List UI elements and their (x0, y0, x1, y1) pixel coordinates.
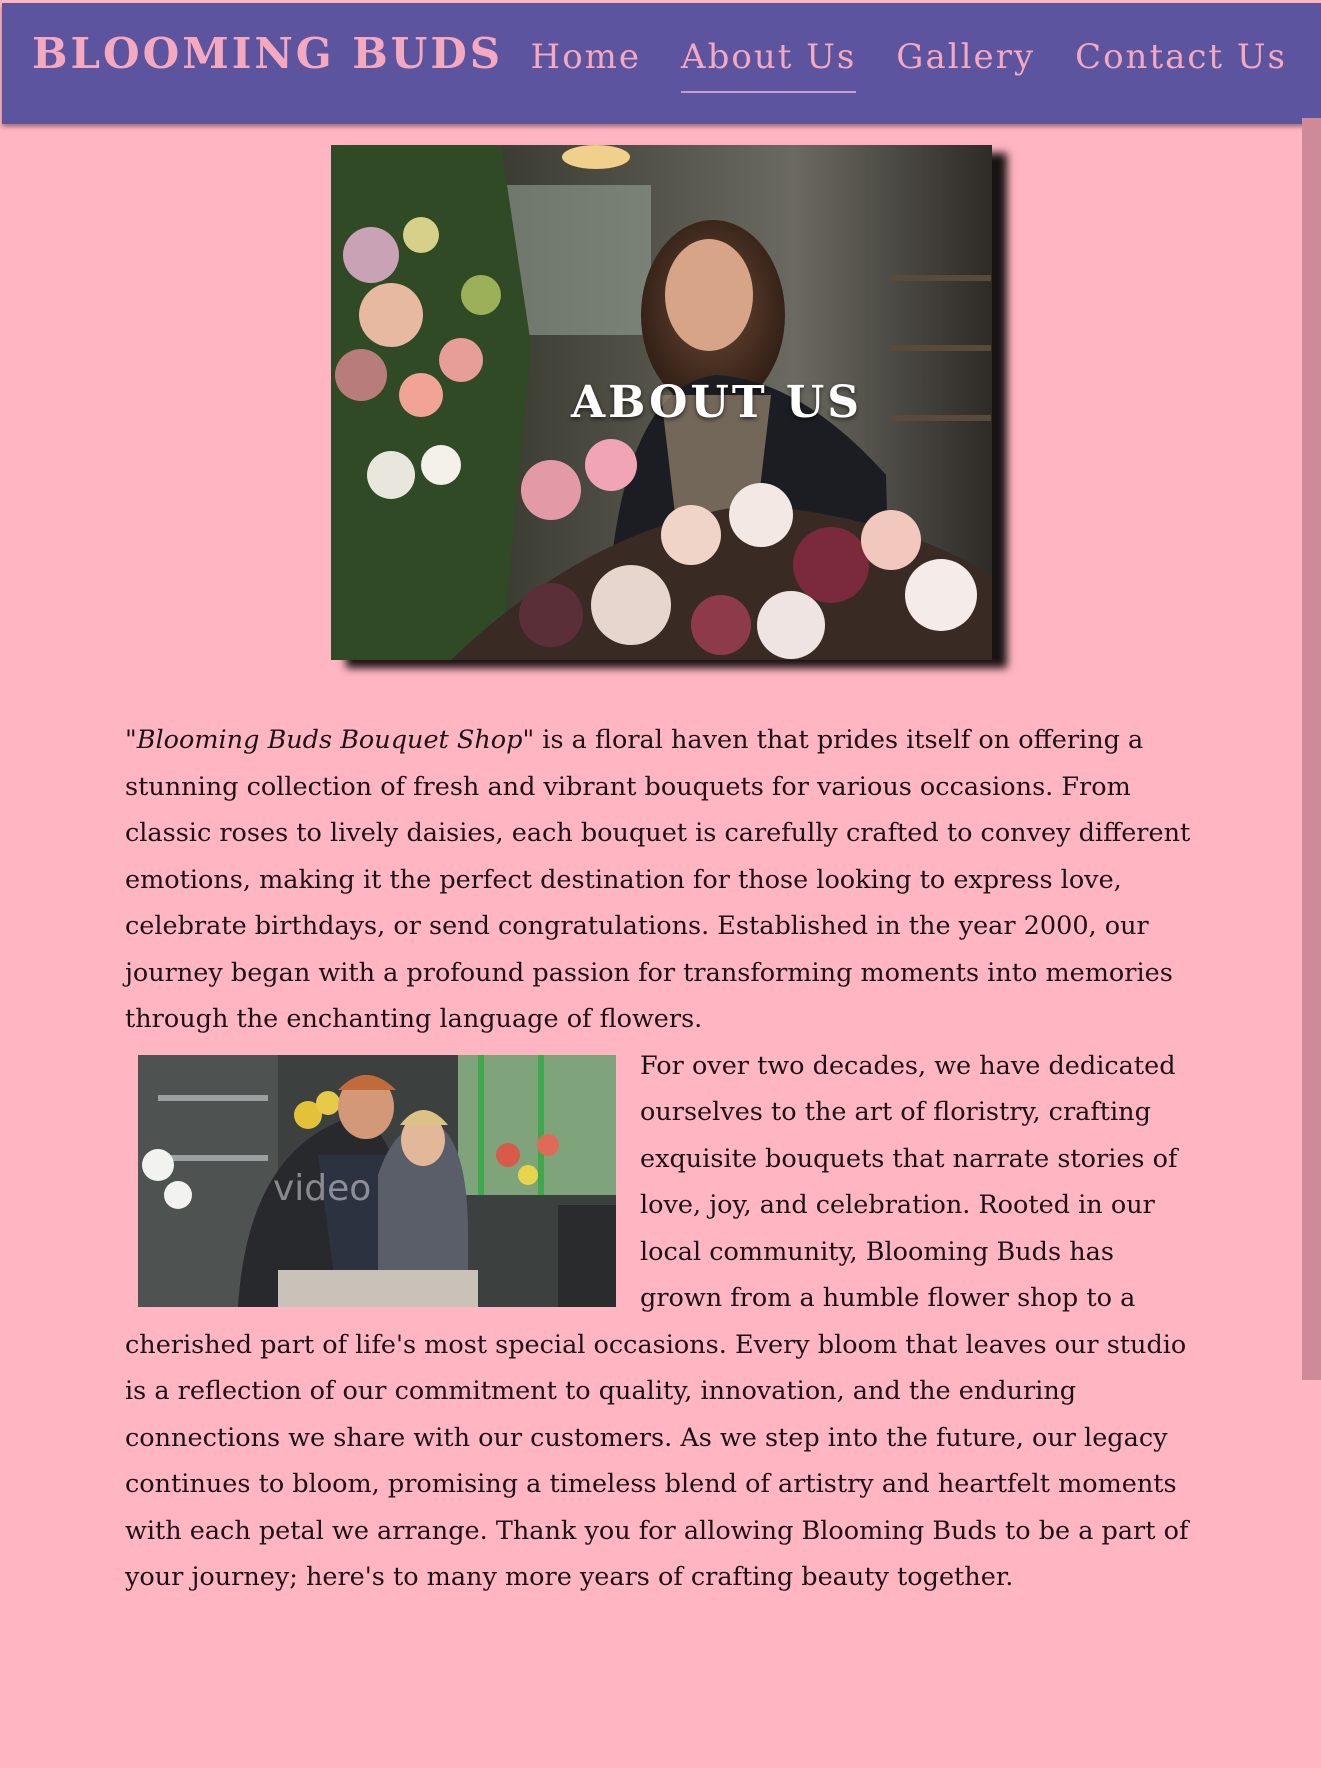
nav-link-gallery[interactable]: Gallery (896, 37, 1035, 91)
scrollbar-thumb[interactable] (1302, 118, 1321, 1380)
florists-image: video (138, 1054, 616, 1307)
nav-link-home[interactable]: Home (531, 37, 641, 91)
nav-link-about-us[interactable]: About Us (681, 37, 857, 93)
brand-logo[interactable]: BLOOMING BUDS (32, 29, 503, 78)
shop-name: "Blooming Buds Bouquet Shop" (125, 725, 535, 755)
about-paragraph-1: "Blooming Buds Bouquet Shop" is a floral… (125, 717, 1195, 1043)
hero-title: ABOUT US (570, 377, 863, 428)
about-paragraph-1-text: is a floral haven that prides itself on … (125, 725, 1191, 1034)
svg-text:video: video (273, 1168, 371, 1209)
about-content: "Blooming Buds Bouquet Shop" is a floral… (125, 717, 1195, 1601)
florists-video-thumbnail[interactable]: video (138, 1054, 616, 1307)
nav-link-contact-us[interactable]: Contact Us (1075, 37, 1287, 91)
navbar: BLOOMING BUDS Home About Us Gallery Cont… (2, 3, 1321, 124)
hero-banner: ABOUT US (331, 145, 992, 660)
nav-links: Home About Us Gallery Contact Us (531, 37, 1287, 93)
